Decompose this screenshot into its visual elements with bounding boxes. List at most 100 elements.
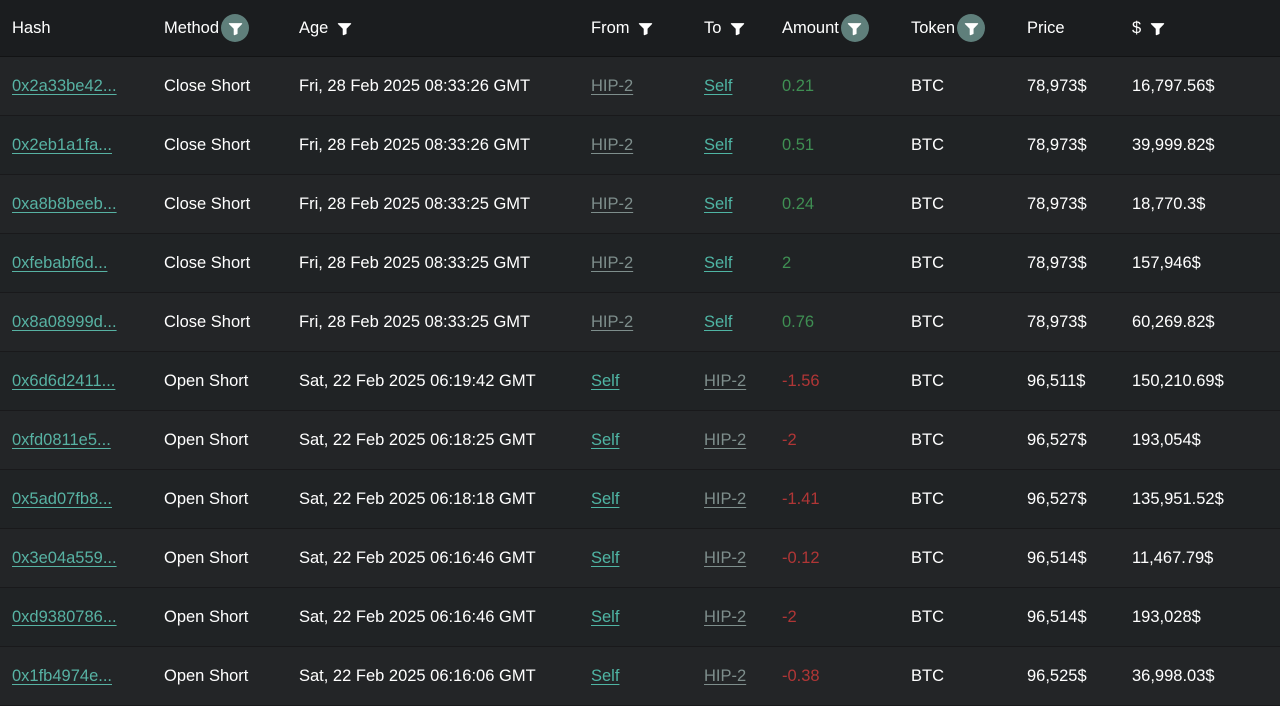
amount-value: 0.51: [782, 135, 815, 154]
column-header-method: Method: [156, 0, 291, 57]
from-address-link[interactable]: HIP-2: [591, 136, 633, 154]
to-address-link[interactable]: Self: [704, 313, 732, 331]
cell-hash: 0x5ad07fb8...: [0, 469, 156, 529]
cell-to: HIP-2: [696, 410, 772, 470]
cell-age: Sat, 22 Feb 2025 06:18:18 GMT: [291, 469, 583, 529]
to-address-link[interactable]: HIP-2: [704, 608, 746, 626]
from-address-link[interactable]: HIP-2: [591, 77, 633, 95]
transaction-hash-link[interactable]: 0x5ad07fb8...: [12, 490, 112, 508]
cell-amount: -2: [772, 587, 903, 647]
cell-hash: 0xfebabf6d...: [0, 233, 156, 293]
transaction-hash-link[interactable]: 0x2eb1a1fa...: [12, 136, 112, 154]
cell-hash: 0x2eb1a1fa...: [0, 115, 156, 175]
table-row: 0x2a33be42... Close Short Fri, 28 Feb 2025…: [0, 56, 1280, 116]
from-address-link[interactable]: Self: [591, 549, 619, 567]
transaction-hash-link[interactable]: 0xa8b8beeb...: [12, 195, 117, 213]
cell-method: Open Short: [156, 410, 291, 470]
column-header-label-hash: Hash: [12, 18, 51, 37]
from-address-link[interactable]: Self: [591, 490, 619, 508]
filter-funnel-icon-usd[interactable]: [1143, 14, 1171, 42]
transaction-hash-link[interactable]: 0x2a33be42...: [12, 77, 117, 95]
transactions-table: Hash Method Age From To Amount Token Price $ 0x2…: [0, 0, 1280, 706]
cell-from: HIP-2: [583, 174, 696, 234]
table-row: 0x6d6d2411... Open Short Sat, 22 Feb 2025 …: [0, 351, 1280, 411]
cell-amount: -1.56: [772, 351, 903, 411]
to-address-link[interactable]: HIP-2: [704, 667, 746, 685]
cell-age: Fri, 28 Feb 2025 08:33:26 GMT: [291, 56, 583, 116]
table-row: 0x8a08999d... Close Short Fri, 28 Feb 2025…: [0, 292, 1280, 352]
column-header-label-token: Token: [911, 18, 956, 37]
cell-usd: 11,467.79$: [1124, 528, 1280, 588]
filter-funnel-icon-amount[interactable]: [840, 14, 869, 42]
column-header-label-method: Method: [164, 18, 220, 37]
amount-value: -2: [782, 607, 797, 626]
to-address-link[interactable]: HIP-2: [704, 490, 746, 508]
amount-value: 0.24: [782, 194, 815, 213]
cell-amount: -0.38: [772, 646, 903, 706]
column-header-label-price: Price: [1027, 18, 1065, 37]
cell-token: BTC: [903, 233, 1019, 293]
table-header: Hash Method Age From To Amount Token Price $: [0, 0, 1280, 57]
filter-funnel-icon-method[interactable]: [221, 14, 250, 42]
to-address-link[interactable]: HIP-2: [704, 372, 746, 390]
cell-age: Sat, 22 Feb 2025 06:19:42 GMT: [291, 351, 583, 411]
cell-method: Open Short: [156, 587, 291, 647]
cell-hash: 0xa8b8beeb...: [0, 174, 156, 234]
cell-amount: 0.21: [772, 56, 903, 116]
column-header-price: Price: [1019, 0, 1124, 57]
cell-token: BTC: [903, 174, 1019, 234]
from-address-link[interactable]: HIP-2: [591, 195, 633, 213]
cell-from: Self: [583, 410, 696, 470]
from-address-link[interactable]: Self: [591, 372, 619, 390]
to-address-link[interactable]: Self: [704, 77, 732, 95]
cell-method: Close Short: [156, 292, 291, 352]
filter-funnel-icon-token[interactable]: [957, 14, 986, 42]
transaction-hash-link[interactable]: 0x6d6d2411...: [12, 372, 115, 390]
cell-hash: 0x6d6d2411...: [0, 351, 156, 411]
cell-hash: 0x2a33be42...: [0, 56, 156, 116]
cell-price: 78,973$: [1019, 174, 1124, 234]
table-row: 0x2eb1a1fa... Close Short Fri, 28 Feb 2025…: [0, 115, 1280, 175]
transaction-hash-link[interactable]: 0xfd0811e5...: [12, 431, 111, 449]
filter-funnel-icon-age[interactable]: [330, 14, 358, 42]
cell-method: Open Short: [156, 646, 291, 706]
to-address-link[interactable]: Self: [704, 195, 732, 213]
transaction-hash-link[interactable]: 0x8a08999d...: [12, 313, 117, 331]
transaction-hash-link[interactable]: 0x3e04a559...: [12, 549, 117, 567]
cell-price: 96,525$: [1019, 646, 1124, 706]
transaction-hash-link[interactable]: 0xfebabf6d...: [12, 254, 107, 272]
column-header-amount: Amount: [772, 0, 903, 57]
cell-usd: 16,797.56$: [1124, 56, 1280, 116]
cell-token: BTC: [903, 351, 1019, 411]
transaction-hash-link[interactable]: 0x1fb4974e...: [12, 667, 112, 685]
to-address-link[interactable]: HIP-2: [704, 549, 746, 567]
cell-amount: -1.41: [772, 469, 903, 529]
from-address-link[interactable]: Self: [591, 667, 619, 685]
cell-hash: 0x3e04a559...: [0, 528, 156, 588]
from-address-link[interactable]: HIP-2: [591, 313, 633, 331]
cell-to: HIP-2: [696, 587, 772, 647]
cell-hash: 0x8a08999d...: [0, 292, 156, 352]
cell-age: Sat, 22 Feb 2025 06:16:06 GMT: [291, 646, 583, 706]
amount-value: 0.76: [782, 312, 815, 331]
cell-method: Open Short: [156, 528, 291, 588]
to-address-link[interactable]: Self: [704, 136, 732, 154]
table-body: 0x2a33be42... Close Short Fri, 28 Feb 2025…: [0, 56, 1280, 706]
cell-to: Self: [696, 115, 772, 175]
filter-funnel-icon-from[interactable]: [632, 14, 660, 42]
cell-price: 78,973$: [1019, 233, 1124, 293]
cell-token: BTC: [903, 56, 1019, 116]
to-address-link[interactable]: HIP-2: [704, 431, 746, 449]
column-header-token: Token: [903, 0, 1019, 57]
transaction-hash-link[interactable]: 0xd9380786...: [12, 608, 117, 626]
from-address-link[interactable]: Self: [591, 431, 619, 449]
cell-usd: 39,999.82$: [1124, 115, 1280, 175]
to-address-link[interactable]: Self: [704, 254, 732, 272]
cell-age: Fri, 28 Feb 2025 08:33:26 GMT: [291, 115, 583, 175]
filter-funnel-icon-to[interactable]: [723, 14, 751, 42]
cell-hash: 0xd9380786...: [0, 587, 156, 647]
from-address-link[interactable]: Self: [591, 608, 619, 626]
cell-from: Self: [583, 587, 696, 647]
cell-age: Fri, 28 Feb 2025 08:33:25 GMT: [291, 292, 583, 352]
from-address-link[interactable]: HIP-2: [591, 254, 633, 272]
